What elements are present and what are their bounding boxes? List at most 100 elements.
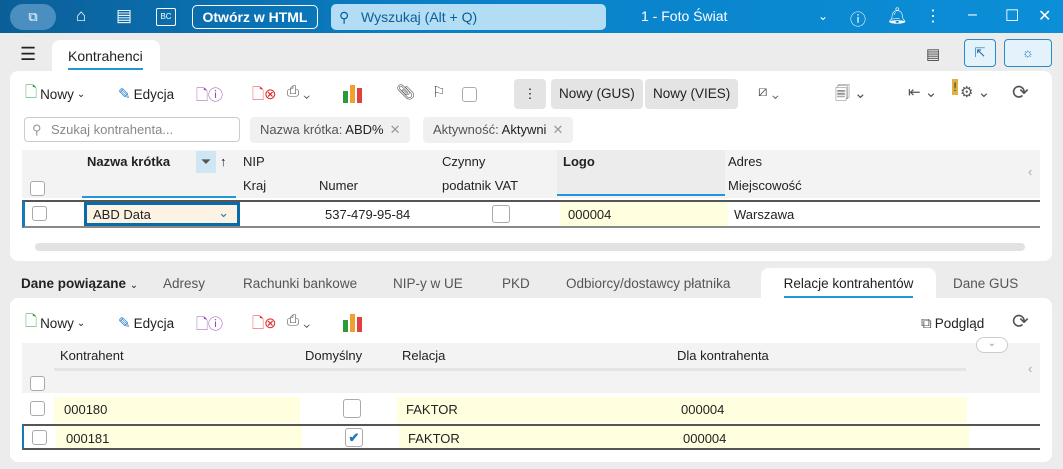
default-checkbox[interactable] [343,399,361,418]
row-checkbox[interactable] [32,206,47,221]
sort-ascending-icon[interactable]: ↑ [220,154,227,169]
new-gus-button[interactable]: Nowy (GUS) [551,79,643,109]
tab-payer-recipients[interactable]: Odbiorcy/dostawcy płatnika [566,276,730,291]
lightbulb-icon[interactable]: ☼ [1004,39,1052,67]
refresh-icon[interactable]: ⟳ [1012,309,1029,334]
column-header-number[interactable]: Numer [319,178,358,193]
chevron-down-icon: ⌄ [76,317,86,329]
new-button[interactable]: 🗋 Nowy ⌄ [25,82,85,106]
tab-label: Kontrahenci [68,48,143,70]
column-header-vat-line2: podatnik VAT [442,178,519,193]
column-header-nip[interactable]: NIP [243,154,265,169]
relation-cell: FAKTOR [406,402,458,417]
related-data-menu[interactable]: Dane powiązane ⌄ [21,276,138,291]
panel-collapse-icon[interactable]: ⇤ ⌄ [908,83,937,101]
tab-gus-data[interactable]: Dane GUS [953,276,1018,291]
attachment-icon[interactable]: 📎︎ [396,83,415,101]
new-vies-button[interactable]: Nowy (VIES) [645,79,739,109]
info-document-icon[interactable]: 🗋ⓘ [196,84,223,110]
relations-grid-header: Kontrahent Domyślny Relacja Dla kontrahe… [22,337,1040,393]
settings-icon[interactable]: ⚙ ⌄ [960,83,990,101]
scroll-left-icon[interactable]: ‹ [1028,361,1032,376]
column-header-for-contractor[interactable]: Dla kontrahenta [677,348,769,363]
tab-kontrahenci[interactable]: Kontrahenci [52,40,160,72]
table-row[interactable]: ABD Data ⌄ 537-479-95-84 000004 Warszawa [22,200,1040,228]
preview-button[interactable]: ⧉ Podgląd [921,311,984,335]
select-all-checkbox[interactable] [30,376,45,391]
maximize-icon[interactable]: ☐ [1005,6,1019,26]
flag-icon[interactable]: ⚐ [432,83,445,101]
table-row[interactable]: 000180 FAKTOR 000004 [22,397,1040,423]
column-header-city[interactable]: Miejscowość [728,178,802,193]
news-icon[interactable]: ▤ [116,6,132,26]
name-cell-dropdown[interactable]: ABD Data ⌄ [84,202,240,226]
chart-icon[interactable] [343,314,362,332]
filter-chip-activity[interactable]: Aktywność: Aktywni ✕ [423,117,574,143]
tab-pkd[interactable]: PKD [502,276,530,291]
search-placeholder: Szukaj kontrahenta... [51,122,174,137]
scroll-left-icon[interactable]: ‹ [1028,164,1032,179]
hamburger-menu-icon[interactable]: ☰ [20,44,36,65]
edit-button[interactable]: ✎ Edycja [118,82,174,106]
print-icon[interactable]: ⎙ ⌄ [287,83,310,100]
filter-icon[interactable]: ⏷ [196,151,216,173]
logo-cell: 000004 [560,202,728,226]
remove-filter-icon[interactable]: ✕ [552,122,563,137]
select-all-checkbox[interactable] [30,181,45,196]
remove-filter-icon[interactable]: ✕ [390,122,401,137]
table-row[interactable]: 000181 ✔ FAKTOR 000004 [22,424,1040,450]
column-header-vat[interactable]: Czynny [442,154,485,169]
delete-document-icon[interactable]: 🗋⊗ [252,313,277,338]
more-icon[interactable]: ⋮ [925,6,941,26]
row-checkbox[interactable] [32,430,47,445]
tab-adresy[interactable]: Adresy [163,276,205,291]
app-menu-button[interactable]: ⧉ [10,4,56,30]
column-header-name[interactable]: Nazwa krótka [87,154,170,169]
related-menu-label: Dane powiązane [21,276,127,291]
list-layout-icon[interactable]: ▤ [926,45,940,63]
open-html-button[interactable]: Otwórz w HTML [192,5,318,29]
default-checkbox[interactable]: ✔ [345,428,363,447]
info-document-icon[interactable]: 🗋ⓘ [196,313,223,339]
share-icon[interactable]: ⇱ [964,39,996,67]
chevron-down-icon[interactable]: ⌄ [818,9,828,23]
row-checkbox[interactable] [30,401,45,416]
close-icon[interactable]: ✕ [1038,6,1051,26]
chevron-down-icon: ⌄ [129,280,139,291]
help-icon[interactable]: ⓘ [850,6,866,30]
contractor-value: 000181 [66,431,110,446]
relation-new-button[interactable]: 🗋 Nowy ⌄ [25,311,85,335]
column-header-logo[interactable]: Logo [563,154,595,169]
bc-icon[interactable]: BC [156,8,176,26]
bell-icon[interactable]: 🔔︎ [887,6,907,26]
global-search-input[interactable]: ⚲ Wyszukaj (Alt + Q) [331,4,606,30]
refresh-icon[interactable]: ⟳ [1012,80,1029,105]
tab-eu-nip[interactable]: NIP-y w UE [393,276,463,291]
column-header-default[interactable]: Domyślny [305,348,362,363]
column-header-contractor[interactable]: Kontrahent [60,348,124,363]
horizontal-scrollbar[interactable] [35,243,1025,251]
print-icon[interactable]: ⎙ ⌄ [287,312,310,329]
contractor-cell: 000181 [56,426,302,448]
column-header-country[interactable]: Kraj [243,178,266,193]
more-options-button[interactable]: ⋮ [514,79,546,109]
home-icon[interactable]: ⌂ [76,6,86,26]
relation-cell: FAKTOR [408,431,460,446]
toolbar-checkbox[interactable] [462,87,477,102]
tab-bank-accounts[interactable]: Rachunki bankowe [243,276,357,291]
no-calendar-icon[interactable]: ⧄ ⌄ [758,83,779,100]
expand-filter-icon[interactable]: ⌄ [976,337,1008,353]
column-header-address[interactable]: Adres [728,154,762,169]
minimize-icon[interactable]: – [968,6,977,24]
document-table-icon[interactable]: 🗐 ⌄ [835,83,867,108]
relation-edit-button[interactable]: ✎ Edycja [118,311,174,335]
contractor-search-input[interactable]: ⚲ Szukaj kontrahenta... [24,117,240,142]
delete-document-icon[interactable]: 🗋⊗ [252,84,277,109]
filter-chip-name[interactable]: Nazwa krótka: ABD% ✕ [250,117,411,143]
nip-number-cell: 537-479-95-84 [325,207,411,222]
chart-icon[interactable] [343,85,362,103]
edit-label: Edycja [133,315,175,331]
tab-contractor-relations[interactable]: Relacje kontrahentów [761,268,936,300]
vat-checkbox[interactable] [492,205,510,223]
column-header-relation[interactable]: Relacja [402,348,445,363]
